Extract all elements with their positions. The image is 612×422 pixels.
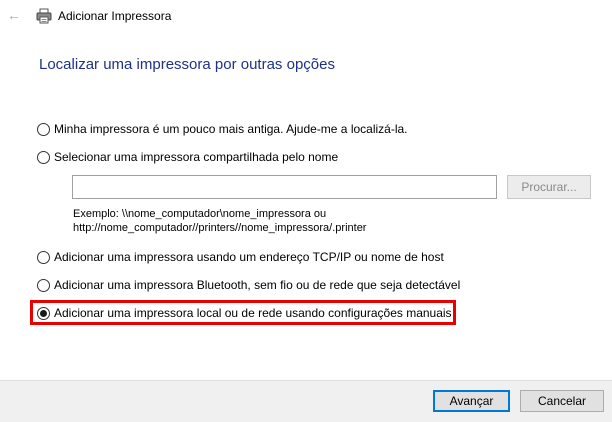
option-bluetooth-wireless[interactable]: Adicionar uma impressora Bluetooth, sem …: [37, 276, 460, 294]
option-local-manual-radio[interactable]: [37, 306, 50, 320]
shared-printer-name-input[interactable]: [72, 175, 497, 199]
option-local-manual-label: Adicionar uma impressora local ou de red…: [54, 306, 452, 320]
example-text-line2: http://nome_computador//printers//nome_i…: [73, 222, 367, 234]
option-tcpip[interactable]: Adicionar uma impressora usando um ender…: [37, 248, 444, 266]
option-bluetooth-wireless-label: Adicionar uma impressora Bluetooth, sem …: [54, 278, 461, 292]
cancel-button[interactable]: Cancelar: [520, 390, 604, 412]
page-heading: Localizar uma impressora por outras opçõ…: [39, 56, 335, 73]
browse-button[interactable]: Procurar...: [507, 175, 591, 199]
option-older-printer[interactable]: Minha impressora é um pouco mais antiga.…: [37, 120, 408, 138]
window-title: Adicionar Impressora: [58, 9, 172, 23]
option-local-manual[interactable]: Adicionar uma impressora local ou de red…: [37, 304, 452, 322]
printer-icon: [36, 8, 52, 24]
option-shared-by-name-radio[interactable]: [37, 150, 50, 164]
next-button[interactable]: Avançar: [433, 390, 510, 412]
option-tcpip-label: Adicionar uma impressora usando um ender…: [54, 250, 444, 264]
option-older-printer-radio[interactable]: [37, 122, 50, 136]
option-shared-by-name[interactable]: Selecionar uma impressora compartilhada …: [37, 148, 338, 166]
back-arrow-icon[interactable]: ←: [6, 7, 22, 23]
option-older-printer-label: Minha impressora é um pouco mais antiga.…: [54, 122, 408, 136]
option-tcpip-radio[interactable]: [37, 250, 50, 264]
option-shared-by-name-label: Selecionar uma impressora compartilhada …: [54, 150, 339, 164]
example-text-line1: Exemplo: \\nome_computador\nome_impresso…: [73, 208, 327, 220]
option-bluetooth-wireless-radio[interactable]: [37, 278, 50, 292]
title-bar: ← Adicionar Impressora: [0, 0, 612, 32]
